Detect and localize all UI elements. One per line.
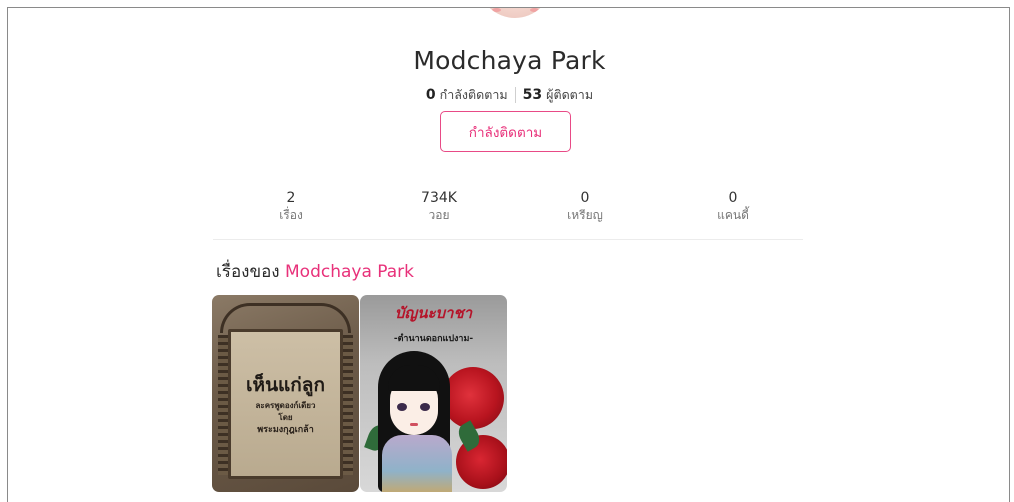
character-body <box>382 435 452 492</box>
stat-value: 0 <box>728 190 738 206</box>
rose-shape <box>442 367 504 429</box>
follow-stats: 0 กำลังติดตาม 53 ผู้ติดตาม <box>8 85 1009 105</box>
section-title-author[interactable]: Modchaya Park <box>285 262 414 282</box>
character-eye <box>397 403 407 411</box>
stat-value: 2 <box>286 190 296 206</box>
following-button[interactable]: กำลังติดตาม <box>440 111 571 152</box>
stat-stories: 2 เรื่อง <box>251 190 331 224</box>
stat-label: วอย <box>428 208 450 222</box>
profile-name: Modchaya Park <box>413 46 606 75</box>
followers-label[interactable]: ผู้ติดตาม <box>546 85 593 105</box>
following-label[interactable]: กำลังติดตาม <box>440 85 508 105</box>
section-title-prefix: เรื่องของ <box>216 262 280 282</box>
stat-coins: 0 เหรียญ <box>545 190 625 224</box>
stat-candy: 0 แคนดี้ <box>693 190 773 224</box>
stat-views: 734K วอย <box>399 190 479 224</box>
character-eye <box>420 403 430 411</box>
story-card-2[interactable]: บัญนะบาชา -ตำนานดอกแปงาม- <box>360 295 507 492</box>
avatar-cheek-left <box>492 8 501 12</box>
profile-page: Modchaya Park 0 กำลังติดตาม 53 ผู้ติดตาม… <box>7 7 1010 502</box>
following-count[interactable]: 0 <box>426 87 436 103</box>
cover-subtitle: -ตำนานดอกแปงาม- <box>393 334 474 344</box>
avatar[interactable] <box>478 8 552 18</box>
cover-title: เห็นแก่ลูก <box>246 374 325 396</box>
stat-label: แคนดี้ <box>717 208 749 222</box>
character-lips <box>410 423 418 426</box>
follow-stats-divider <box>514 87 516 103</box>
cover-line: พระมงกุฎเกล้า <box>257 425 314 435</box>
stat-label: เหรียญ <box>567 208 603 222</box>
stat-value: 0 <box>580 190 590 206</box>
profile-stats: 2 เรื่อง 734K วอย 0 เหรียญ 0 แคนดี้ <box>213 190 803 240</box>
stat-value: 734K <box>421 190 457 206</box>
followers-count[interactable]: 53 <box>523 87 542 103</box>
stat-label: เรื่อง <box>279 208 303 222</box>
stories-section-title: เรื่องของ Modchaya Park <box>216 258 414 285</box>
avatar-cheek-right <box>530 8 539 12</box>
story-card-1[interactable]: เห็นแก่ลูก ละครพูดองก์เดียว โดย พระมงกุฎ… <box>212 295 359 492</box>
cover-title: บัญนะบาชา <box>394 304 473 322</box>
